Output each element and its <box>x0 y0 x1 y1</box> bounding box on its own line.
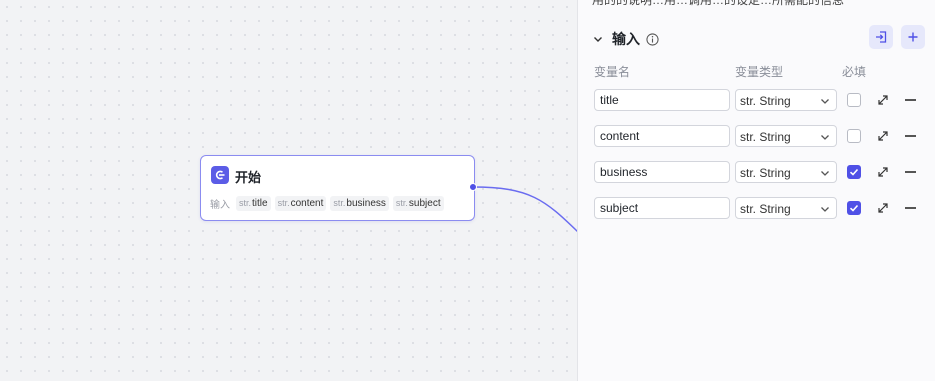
workflow-canvas[interactable]: 开始 输入 str.title str.content str.business… <box>0 0 578 381</box>
variable-row: str. String <box>594 89 924 113</box>
variable-chip: str.business <box>330 196 389 211</box>
add-variable-button[interactable] <box>901 25 925 49</box>
variable-chip: str.content <box>274 196 327 211</box>
required-checkbox[interactable] <box>847 93 861 107</box>
node-output-handle[interactable] <box>469 183 477 191</box>
info-icon[interactable] <box>646 32 659 46</box>
variable-type-select[interactable]: str. String <box>735 161 837 183</box>
start-node-inputs: 输入 str.title str.content str.business st… <box>210 196 444 211</box>
chevron-down-icon <box>821 171 829 176</box>
column-header-required: 必填 <box>842 65 867 79</box>
node-config-panel: 用的的说明…用…调用…的设定…所需配的信息 输入 变量名 变量类型 必填 str… <box>577 0 935 381</box>
variable-name-input[interactable] <box>594 125 730 147</box>
variable-name-input[interactable] <box>594 197 730 219</box>
column-header-type: 变量类型 <box>735 65 784 79</box>
variable-chip: str.title <box>236 196 271 211</box>
required-checkbox[interactable] <box>847 129 861 143</box>
check-icon <box>849 204 859 212</box>
variable-row: str. String <box>594 125 924 149</box>
plus-icon <box>908 32 918 42</box>
column-header-name: 变量名 <box>594 65 631 79</box>
import-icon <box>876 31 887 43</box>
variable-chip: str.subject <box>392 196 444 211</box>
variable-row: str. String <box>594 197 924 221</box>
check-icon <box>849 168 859 176</box>
expand-icon[interactable] <box>877 94 889 106</box>
remove-variable-button[interactable] <box>905 99 916 101</box>
import-button[interactable] <box>869 25 893 49</box>
expand-icon[interactable] <box>877 166 889 178</box>
chevron-down-icon[interactable] <box>592 33 604 45</box>
required-checkbox[interactable] <box>847 201 861 215</box>
remove-variable-button[interactable] <box>905 135 916 137</box>
required-checkbox[interactable] <box>847 165 861 179</box>
start-node-icon <box>211 166 229 184</box>
variable-row: str. String <box>594 161 924 185</box>
variable-type-select[interactable]: str. String <box>735 89 837 111</box>
section-title: 输入 <box>612 31 640 47</box>
expand-icon[interactable] <box>877 130 889 142</box>
chevron-down-icon <box>821 135 829 140</box>
start-node-title: 开始 <box>235 170 262 185</box>
chevron-down-icon <box>821 99 829 104</box>
remove-variable-button[interactable] <box>905 207 916 209</box>
remove-variable-button[interactable] <box>905 171 916 173</box>
start-node[interactable]: 开始 输入 str.title str.content str.business… <box>200 155 475 221</box>
variable-type-select[interactable]: str. String <box>735 197 837 219</box>
variable-name-input[interactable] <box>594 89 730 111</box>
variable-name-input[interactable] <box>594 161 730 183</box>
input-section-header[interactable]: 输入 <box>592 29 659 49</box>
inputs-label: 输入 <box>210 200 230 211</box>
variable-type-select[interactable]: str. String <box>735 125 837 147</box>
expand-icon[interactable] <box>877 202 889 214</box>
chevron-down-icon <box>821 207 829 212</box>
panel-description: 用的的说明…用…调用…的设定…所需配的信息 <box>592 0 845 7</box>
